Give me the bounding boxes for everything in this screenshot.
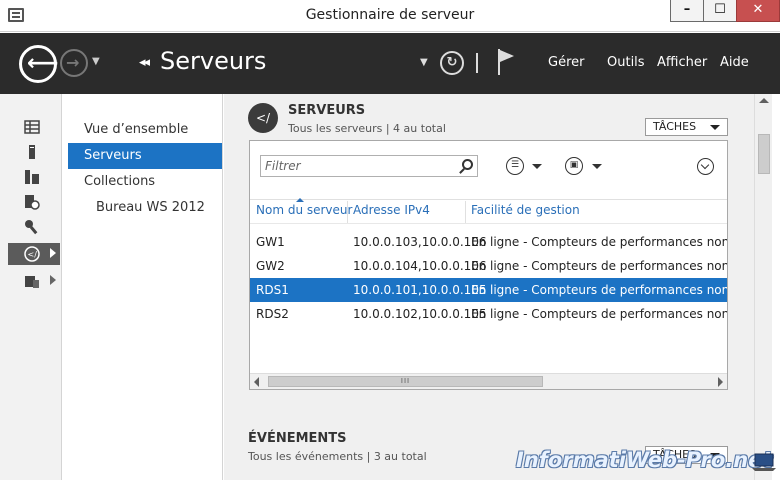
save-query-dropdown-icon[interactable] [592, 164, 602, 169]
minimize-button[interactable]: – [670, 0, 704, 22]
expand-arrow-icon [50, 248, 56, 258]
file-services-icon [25, 276, 39, 288]
cell-manageability: En ligne - Compteurs de performances non… [471, 235, 727, 249]
chevron-down-icon [710, 125, 720, 130]
scroll-thumb[interactable]: III [268, 376, 543, 387]
table-row-selected[interactable]: RDS1 10.0.0.101,10.0.0.105 En ligne - Co… [250, 278, 727, 302]
cell-server-name: GW1 [256, 235, 285, 249]
cell-manageability: En ligne - Compteurs de performances non… [471, 307, 727, 321]
notifications-flag-icon[interactable] [498, 49, 516, 77]
all-servers-nav[interactable] [8, 166, 60, 188]
search-icon[interactable] [462, 159, 473, 170]
cell-server-name: GW2 [256, 259, 285, 273]
page-title: Serveurs [160, 47, 267, 75]
column-header-manageability[interactable]: Facilité de gestion [471, 203, 580, 217]
cell-ip: 10.0.0.102,10.0.0.105 [353, 307, 487, 321]
nav-item-overview[interactable]: Vue d’ensemble [68, 117, 222, 143]
servers-section-title: SERVEURS [288, 103, 366, 118]
nav-item-collections[interactable]: Collections [68, 169, 222, 195]
close-button[interactable]: ✕ [736, 0, 780, 22]
header-bar: ⟵ → ▼ ◂◂ Serveurs ▼ ↻ Gérer Outils Affic… [0, 33, 780, 94]
nav-item-servers[interactable]: Serveurs [68, 143, 222, 169]
left-icon-bar: </ [0, 94, 62, 480]
servers-section-subtitle: Tous les serveurs | 4 au total [288, 122, 446, 135]
all-servers-icon [25, 170, 39, 184]
column-header-top-line [250, 199, 727, 200]
list-options-icon[interactable]: ☰ [506, 157, 524, 175]
save-query-icon[interactable]: ▣ [565, 157, 583, 175]
table-row[interactable]: GW2 10.0.0.104,10.0.0.106 En ligne - Com… [250, 254, 727, 278]
navigation-panel: Vue d’ensemble Serveurs Collections Bure… [63, 94, 223, 480]
dashboard-icon [24, 120, 40, 134]
table-row[interactable]: GW1 10.0.0.103,10.0.0.106 En ligne - Com… [250, 230, 727, 254]
servers-section-icon: </ [248, 103, 278, 133]
scroll-right-icon[interactable] [718, 377, 723, 387]
column-header-ip[interactable]: Adresse IPv4 [353, 203, 430, 217]
scroll-up-icon[interactable] [759, 98, 769, 103]
sort-ascending-icon [296, 198, 304, 202]
file-services-nav[interactable] [8, 270, 60, 292]
refresh-icon[interactable]: ↻ [440, 51, 464, 75]
menu-help[interactable]: Aide [720, 55, 749, 70]
column-header-bottom-line [250, 223, 727, 224]
watermark: InformatiWeb-Pro.net [516, 448, 773, 472]
remote-desktop-icon: </ [24, 246, 40, 262]
file-storage-nav[interactable] [8, 191, 60, 213]
dashboard-nav[interactable] [8, 116, 60, 138]
events-section-subtitle: Tous les événements | 3 au total [248, 450, 427, 463]
events-section-title: ÉVÉNEMENTS [248, 431, 347, 446]
nav-item-collection-ws2012[interactable]: Bureau WS 2012 [68, 195, 222, 221]
table-row[interactable]: RDS2 10.0.0.102,10.0.0.105 En ligne - Co… [250, 302, 727, 326]
laptop-icon [752, 453, 776, 471]
cell-server-name: RDS2 [256, 307, 289, 321]
expand-collapse-icon[interactable] [697, 158, 714, 175]
scroll-thumb[interactable] [758, 134, 770, 174]
back-arrow-icon: ⟵ [27, 51, 59, 76]
local-server-nav[interactable] [8, 141, 60, 163]
breadcrumb-arrows-icon: ◂◂ [139, 55, 150, 70]
menu-manage[interactable]: Gérer [548, 55, 584, 70]
cell-manageability: En ligne - Compteurs de performances non… [471, 259, 727, 273]
filter-input[interactable] [261, 156, 457, 176]
header-separator [476, 53, 478, 73]
remote-desktop-nav[interactable]: </ [8, 243, 60, 265]
forward-button[interactable]: → [60, 49, 88, 77]
menu-view[interactable]: Afficher [657, 55, 707, 70]
file-storage-icon [25, 195, 40, 210]
column-separator[interactable] [465, 201, 466, 223]
servers-tasks-button[interactable]: TÂCHES [645, 118, 728, 136]
horizontal-scrollbar[interactable]: III [250, 373, 727, 389]
servers-panel: ☰ ▣ Nom du serveur Adresse IPv4 Facilité… [249, 140, 728, 390]
breadcrumb-dropdown-icon[interactable]: ▼ [420, 57, 428, 68]
tasks-label: TÂCHES [653, 120, 697, 133]
column-header-name[interactable]: Nom du serveur [256, 203, 352, 217]
title-bar: Gestionnaire de serveur – ☐ ✕ [0, 0, 780, 32]
vertical-scrollbar[interactable] [754, 94, 772, 480]
filter-box [260, 155, 478, 177]
svg-text:</: </ [28, 250, 38, 259]
back-button[interactable]: ⟵ [19, 45, 59, 83]
local-server-icon [29, 145, 35, 159]
list-options-dropdown-icon[interactable] [532, 164, 542, 169]
forward-arrow-icon: → [66, 53, 80, 72]
cell-ip: 10.0.0.103,10.0.0.106 [353, 235, 487, 249]
cell-manageability: En ligne - Compteurs de performances non… [471, 283, 727, 297]
tools-icon [25, 220, 38, 235]
menu-tools[interactable]: Outils [607, 55, 645, 70]
history-dropdown-icon[interactable]: ▼ [92, 56, 100, 67]
cell-ip: 10.0.0.104,10.0.0.106 [353, 259, 487, 273]
column-separator[interactable] [347, 201, 348, 223]
cell-ip: 10.0.0.101,10.0.0.105 [353, 283, 487, 297]
scroll-left-icon[interactable] [254, 377, 259, 387]
window-title: Gestionnaire de serveur [305, 7, 475, 23]
expand-arrow-icon [50, 275, 56, 285]
iis-nav[interactable] [8, 216, 60, 238]
maximize-button[interactable]: ☐ [703, 0, 737, 22]
cell-server-name: RDS1 [256, 283, 289, 297]
